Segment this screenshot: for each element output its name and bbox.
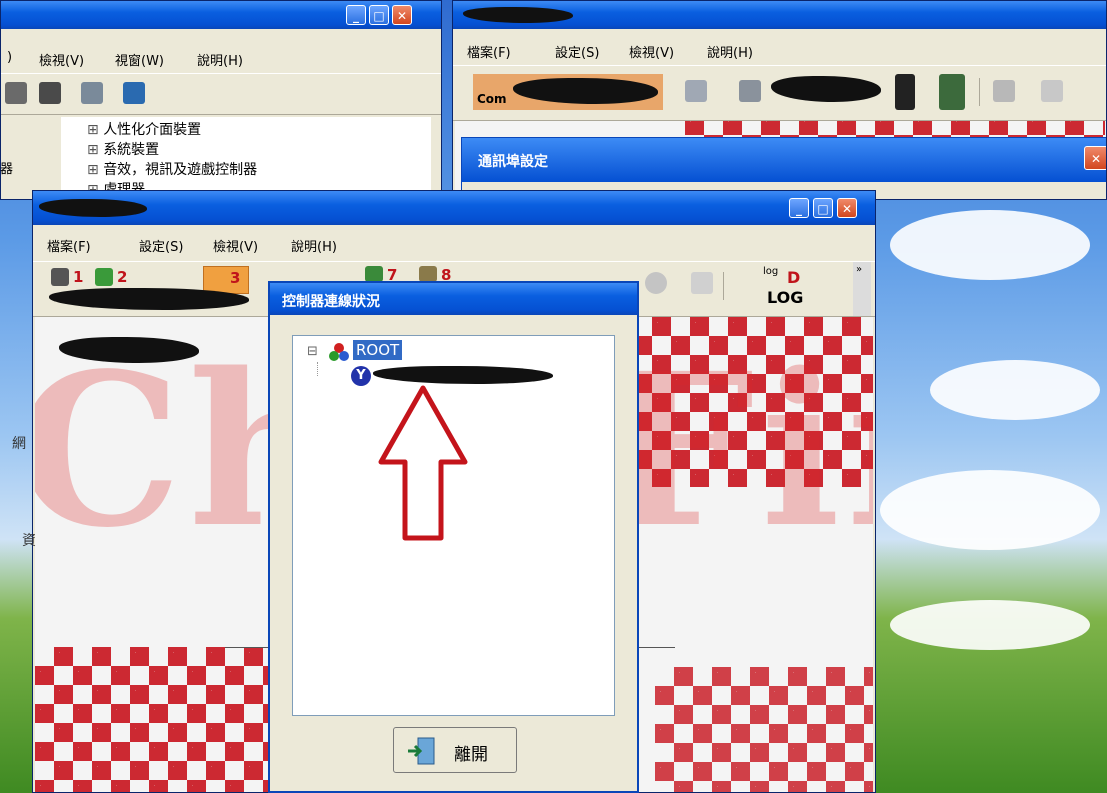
log-small: log: [763, 266, 779, 277]
tree-label: 系統裝置: [103, 142, 160, 158]
toolbar-overflow[interactable]: »: [853, 262, 871, 316]
device-tree: ⊞ 人性化介面裝置 ⊞ 系統裝置 ⊞ 音效，視訊及遊戲控制器 ⊞ 處理器: [61, 117, 431, 199]
terminal-icon[interactable]: [939, 74, 965, 110]
tree-item-hid[interactable]: ⊞ 人性化介面裝置: [87, 119, 201, 139]
redacted-label: [513, 78, 658, 104]
title-bar[interactable]: _ □ ✕: [1, 1, 441, 29]
device-manager-window: _ □ ✕ ) 檢視(V) 視窗(W) 說明(H) ⊞ 人性化介面裝置 ⊞ 系統…: [0, 0, 442, 200]
redacted-title: [463, 7, 573, 23]
checker-pattern: [655, 667, 873, 792]
controller-status-dialog: 控制器連線狀況 ⊟ ROOT Y 離開: [268, 281, 639, 793]
red-arrow-annotation: [378, 385, 468, 541]
device-icon: [365, 266, 383, 282]
redacted-toolbar: [771, 76, 881, 102]
menu-view[interactable]: 檢視(V): [39, 50, 84, 69]
title-bar[interactable]: _ □ ✕: [33, 191, 875, 225]
disk-icon[interactable]: [645, 272, 667, 294]
pc-icon: [51, 268, 69, 286]
tree-item-system[interactable]: ⊞ 系統裝置: [87, 139, 159, 159]
com-button[interactable]: Com: [473, 74, 663, 110]
menu-fragment: ): [7, 50, 13, 65]
minimize-button[interactable]: _: [789, 198, 809, 218]
log-label: LOG: [767, 288, 804, 307]
title-bar[interactable]: 通訊埠設定 ✕: [462, 138, 1106, 182]
sync-icon[interactable]: [993, 80, 1015, 102]
close-button[interactable]: ✕: [392, 5, 412, 25]
toolbar: [1, 73, 441, 115]
redacted-toolbar: [49, 288, 249, 310]
cloud: [890, 210, 1090, 280]
maximize-button[interactable]: □: [813, 198, 833, 218]
dialog-title: 控制器連線狀況: [282, 294, 380, 310]
collapse-icon[interactable]: ⊟: [307, 344, 318, 359]
maximize-button[interactable]: □: [369, 5, 389, 25]
exit-button-label: 離開: [454, 745, 488, 765]
button-number: 2: [117, 268, 128, 286]
menu-view[interactable]: 檢視(V): [213, 236, 258, 255]
scan-icon[interactable]: [123, 82, 145, 104]
close-button[interactable]: ✕: [1084, 146, 1106, 170]
cloud: [930, 360, 1100, 420]
menu-file[interactable]: 檔案(F): [47, 236, 91, 255]
exit-door-icon: [406, 736, 436, 766]
root-icon: [329, 342, 349, 362]
device-icon: [419, 266, 437, 282]
redacted-title: [39, 199, 147, 217]
device-icon[interactable]: [685, 80, 707, 102]
close-button[interactable]: ✕: [837, 198, 857, 218]
tool-icon[interactable]: [1041, 80, 1063, 102]
overflow-chevron-icon: »: [856, 264, 863, 275]
cloud: [890, 600, 1090, 650]
tree-node-root[interactable]: ROOT: [353, 340, 403, 360]
menu-window[interactable]: 視窗(W): [115, 50, 164, 69]
wand-icon[interactable]: [691, 272, 713, 294]
menu-help[interactable]: 說明(H): [197, 50, 243, 69]
controller-tree: ⊟ ROOT Y: [292, 335, 615, 716]
reader-icon[interactable]: [895, 74, 915, 110]
menu-bar: 檔案(F) 設定(S) 檢視(V) 說明(H): [33, 233, 875, 255]
separator: [723, 272, 724, 300]
side-char: 器: [0, 162, 14, 177]
properties-icon[interactable]: [5, 82, 27, 104]
button-number: 1: [73, 268, 84, 286]
exit-button[interactable]: 離開: [393, 727, 517, 773]
tree-item-audio[interactable]: ⊞ 音效，視訊及遊戲控制器: [87, 159, 257, 179]
menu-settings[interactable]: 設定(S): [555, 42, 599, 61]
menu-help[interactable]: 說明(H): [707, 42, 753, 61]
print-icon[interactable]: [39, 82, 61, 104]
com-label: Com: [477, 92, 507, 106]
minimize-button[interactable]: _: [346, 5, 366, 25]
side-char: 資: [22, 533, 36, 549]
tree-label: 人性化介面裝置: [103, 122, 202, 138]
help-icon[interactable]: [81, 82, 103, 104]
title-bar[interactable]: [453, 1, 1106, 29]
controller-icon: Y: [351, 366, 371, 386]
tree-label: 音效，視訊及遊戲控制器: [103, 162, 258, 178]
log-button[interactable]: log D LOG: [753, 266, 813, 310]
tree-connector: [317, 362, 319, 376]
menu-settings[interactable]: 設定(S): [139, 236, 183, 255]
menu-file[interactable]: 檔案(F): [467, 42, 511, 61]
toolbar: Com: [453, 65, 1106, 121]
menu-bar: ) 檢視(V) 視窗(W) 說明(H): [1, 47, 441, 69]
log-d: D: [787, 268, 801, 287]
device-icon[interactable]: [739, 80, 761, 102]
dialog-title: 通訊埠設定: [478, 154, 548, 170]
back-app-window: 檔案(F) 設定(S) 檢視(V) 說明(H) Com 通訊埠設定 ✕: [452, 0, 1107, 200]
menu-bar: 檔案(F) 設定(S) 檢視(V) 說明(H): [453, 39, 1106, 61]
side-char: 網: [12, 436, 26, 452]
menu-help[interactable]: 說明(H): [291, 236, 337, 255]
tree-node-controller[interactable]: [373, 366, 553, 384]
dialog-title-bar[interactable]: 控制器連線狀況: [270, 283, 637, 315]
menu-view[interactable]: 檢視(V): [629, 42, 674, 61]
separator: [979, 78, 980, 106]
cloud: [880, 470, 1100, 550]
button-number: 3: [230, 269, 241, 287]
network-icon: [95, 268, 113, 286]
